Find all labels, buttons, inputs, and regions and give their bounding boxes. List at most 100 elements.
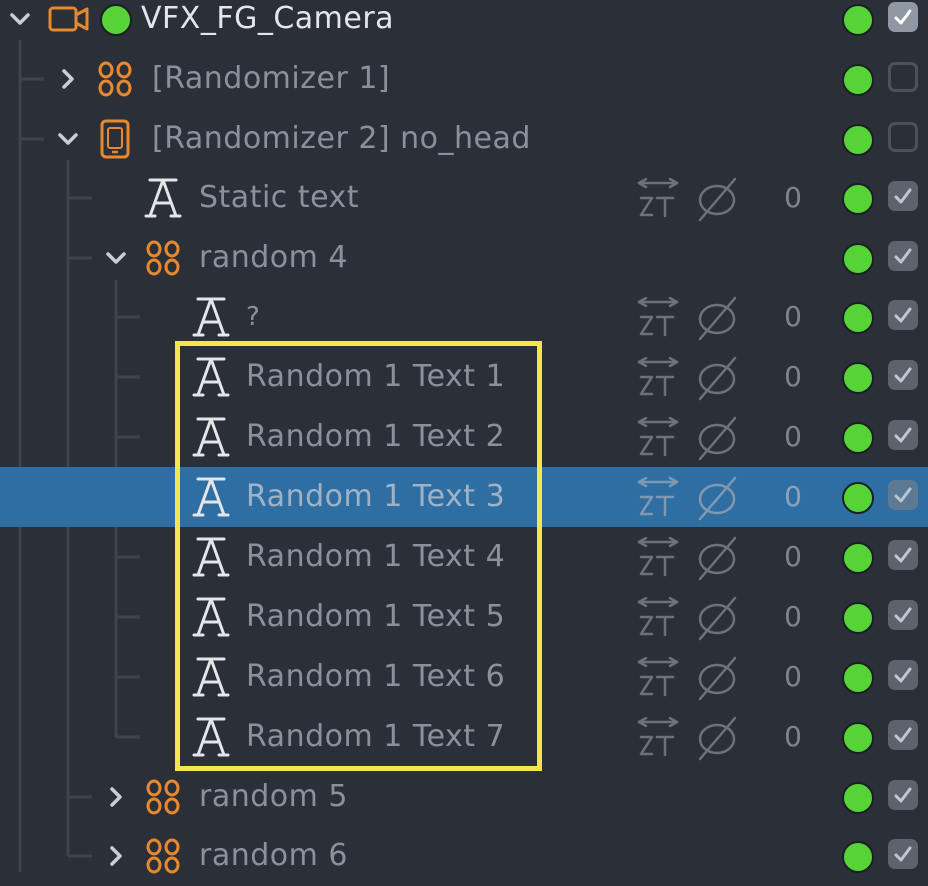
visibility-dot[interactable] xyxy=(842,243,874,275)
enabled-checkbox[interactable] xyxy=(888,780,918,810)
mask-off-icon[interactable] xyxy=(694,415,740,461)
enabled-checkbox[interactable] xyxy=(888,600,918,630)
value-readout: 0 xyxy=(784,540,802,573)
tree-row-random-1-text-1[interactable]: Random 1 Text 1 0 xyxy=(0,347,928,407)
text-animator-icon[interactable] xyxy=(637,477,679,519)
tree-row-randomizer-2[interactable]: [Randomizer 2] no_head xyxy=(0,109,928,169)
camera-icon xyxy=(48,6,89,32)
text-icon xyxy=(192,537,230,577)
visibility-dot[interactable] xyxy=(842,722,874,754)
tree-row-label: random 4 xyxy=(199,240,348,275)
value-readout: 0 xyxy=(784,300,802,333)
tree-row-label: VFX_FG_Camera xyxy=(141,1,395,36)
visibility-dot[interactable] xyxy=(842,841,874,873)
text-animator-icon[interactable] xyxy=(637,417,679,459)
check-icon xyxy=(894,547,912,563)
tree-row-random-1-text-2[interactable]: Random 1 Text 2 0 xyxy=(0,407,928,467)
text-icon xyxy=(192,297,230,337)
check-icon xyxy=(894,307,912,323)
tree-row-random-6[interactable]: random 6 xyxy=(0,826,928,886)
enabled-checkbox[interactable] xyxy=(888,720,918,750)
text-animator-icon[interactable] xyxy=(637,297,679,339)
mask-off-icon[interactable] xyxy=(694,295,740,341)
text-icon xyxy=(192,477,230,517)
tree-row-label: Random 1 Text 1 xyxy=(246,359,506,394)
mask-off-icon[interactable] xyxy=(694,715,740,761)
visibility-dot[interactable] xyxy=(842,422,874,454)
chevron-right-icon[interactable] xyxy=(54,65,82,93)
tree-row-label: Random 1 Text 5 xyxy=(246,599,506,634)
tree-row-label: Random 1 Text 7 xyxy=(246,719,506,754)
tree-row-label: Random 1 Text 4 xyxy=(246,539,506,574)
tree-row-random-5[interactable]: random 5 xyxy=(0,767,928,827)
visibility-dot[interactable] xyxy=(842,302,874,334)
visibility-dot[interactable] xyxy=(842,602,874,634)
visibility-dot[interactable] xyxy=(842,542,874,574)
enabled-checkbox[interactable] xyxy=(888,480,918,510)
device-icon xyxy=(100,119,130,159)
text-animator-icon[interactable] xyxy=(637,717,679,759)
mask-off-icon[interactable] xyxy=(694,176,740,222)
visibility-dot[interactable] xyxy=(842,662,874,694)
tree-row-random-1-text-4[interactable]: Random 1 Text 4 0 xyxy=(0,527,928,587)
randomizer-icon xyxy=(98,61,132,97)
mask-off-icon[interactable] xyxy=(694,595,740,641)
value-readout: 0 xyxy=(784,420,802,453)
tree-row-label: Random 1 Text 3 xyxy=(246,479,506,514)
tree-row-label: Random 1 Text 6 xyxy=(246,659,506,694)
text-animator-icon[interactable] xyxy=(637,178,679,220)
check-icon xyxy=(894,248,912,264)
text-animator-icon[interactable] xyxy=(637,597,679,639)
tree-row-static-text[interactable]: Static text 0 xyxy=(0,168,928,228)
check-icon xyxy=(894,727,912,743)
chevron-down-icon[interactable] xyxy=(54,125,82,153)
visibility-dot[interactable] xyxy=(842,124,874,156)
tree-row-label: random 6 xyxy=(199,838,348,873)
tree-row-vfx-fg-camera[interactable]: VFX_FG_Camera xyxy=(0,0,928,49)
enabled-checkbox[interactable] xyxy=(888,540,918,570)
chevron-down-icon[interactable] xyxy=(102,244,130,272)
randomizer-icon xyxy=(146,779,180,815)
chevron-down-icon[interactable] xyxy=(6,5,34,33)
visibility-dot[interactable] xyxy=(842,183,874,215)
enabled-checkbox[interactable] xyxy=(888,62,918,92)
chevron-right-icon[interactable] xyxy=(102,783,130,811)
enabled-checkbox[interactable] xyxy=(888,839,918,869)
value-readout: 0 xyxy=(784,480,802,513)
text-icon xyxy=(192,357,230,397)
mask-off-icon[interactable] xyxy=(694,655,740,701)
visibility-dot[interactable] xyxy=(842,782,874,814)
tree-row-random-4[interactable]: random 4 xyxy=(0,228,928,288)
enabled-checkbox[interactable] xyxy=(888,420,918,450)
text-animator-icon[interactable] xyxy=(637,657,679,699)
mask-off-icon[interactable] xyxy=(694,475,740,521)
enabled-checkbox[interactable] xyxy=(888,122,918,152)
mask-off-icon[interactable] xyxy=(694,535,740,581)
visibility-dot[interactable] xyxy=(842,362,874,394)
check-icon xyxy=(894,367,912,383)
tree-row-randomizer-1[interactable]: [Randomizer 1] xyxy=(0,49,928,109)
enabled-checkbox[interactable] xyxy=(888,660,918,690)
mask-off-icon[interactable] xyxy=(694,355,740,401)
tree-row-random-1-text-7[interactable]: Random 1 Text 7 0 xyxy=(0,707,928,767)
check-icon xyxy=(894,427,912,443)
check-icon xyxy=(894,487,912,503)
enabled-checkbox[interactable] xyxy=(888,181,918,211)
enabled-checkbox[interactable] xyxy=(888,360,918,390)
visibility-dot[interactable] xyxy=(842,4,874,36)
tree-row-label: [Randomizer 2] no_head xyxy=(152,121,531,156)
enabled-checkbox[interactable] xyxy=(888,300,918,330)
tree-row-question[interactable]: ? 0 xyxy=(0,287,928,347)
chevron-right-icon[interactable] xyxy=(102,842,130,870)
tree-row-random-1-text-5[interactable]: Random 1 Text 5 0 xyxy=(0,587,928,647)
enabled-checkbox[interactable] xyxy=(888,2,918,32)
tree-row-random-1-text-3[interactable]: Random 1 Text 3 0 xyxy=(0,467,928,527)
visibility-dot[interactable] xyxy=(842,482,874,514)
status-dot xyxy=(100,4,132,36)
text-animator-icon[interactable] xyxy=(637,537,679,579)
enabled-checkbox[interactable] xyxy=(888,241,918,271)
check-icon xyxy=(894,9,912,25)
text-animator-icon[interactable] xyxy=(637,357,679,399)
visibility-dot[interactable] xyxy=(842,64,874,96)
tree-row-random-1-text-6[interactable]: Random 1 Text 6 0 xyxy=(0,647,928,707)
